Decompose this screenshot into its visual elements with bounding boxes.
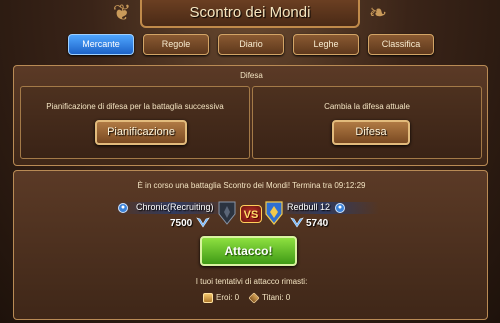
heroes-attempts: Eroi: 0	[203, 292, 239, 304]
tab-classifica[interactable]: Classifica	[368, 34, 434, 55]
heroes-attempts-text: Eroi: 0	[216, 293, 240, 302]
defense-button[interactable]: Difesa	[332, 120, 410, 145]
ornament-right-icon: ❧	[368, 0, 388, 25]
defense-title: Difesa	[240, 71, 263, 80]
titans-attempts: Titani: 0	[248, 292, 291, 304]
title-header: ❦ Scontro dei Mondi ❧	[0, 0, 500, 30]
tab-bar: Mercante Regole Diario Leghe Classifica	[68, 34, 438, 56]
ornament-left-icon: ❦	[112, 0, 132, 25]
battle-panel: È in corso una battaglia Scontro dei Mon…	[13, 170, 488, 320]
planning-text: Pianificazione di difesa per la battagli…	[46, 102, 224, 111]
versus-row: ● Chronic(Recruiting) 7500 VS Redbull 12…	[14, 198, 489, 232]
attempts-label: I tuoi tentativi di attacco rimasti:	[195, 277, 308, 286]
titans-attempts-text: Titani: 0	[262, 293, 291, 302]
left-player-score: 7500	[170, 218, 193, 229]
tab-leghe[interactable]: Leghe	[293, 34, 359, 55]
shield-icon	[218, 201, 236, 225]
planning-button[interactable]: Pianificazione	[95, 120, 187, 145]
shield-icon	[265, 201, 283, 225]
tab-mercante[interactable]: Mercante	[68, 34, 134, 55]
profile-icon[interactable]: ●	[118, 203, 128, 213]
vs-badge: VS	[240, 205, 262, 223]
defense-panel: Difesa Pianificazione di difesa per la b…	[13, 65, 488, 166]
battle-status-text: È in corso una battaglia Scontro dei Mon…	[137, 181, 366, 190]
change-defense-text: Cambia la difesa attuale	[324, 102, 410, 111]
window-title: Scontro dei Mondi	[140, 0, 360, 28]
left-player-name: Chronic(Recruiting)	[136, 202, 214, 212]
tab-diario[interactable]: Diario	[218, 34, 284, 55]
defense-planning-section: Pianificazione di difesa per la battagli…	[20, 86, 250, 159]
defense-change-section: Cambia la difesa attuale Difesa	[252, 86, 482, 159]
tab-regole[interactable]: Regole	[143, 34, 209, 55]
wings-icon	[196, 217, 210, 228]
titan-icon	[248, 292, 260, 304]
hero-icon	[203, 292, 213, 303]
wings-icon	[290, 217, 304, 228]
right-player-score: 5740	[306, 218, 329, 229]
profile-icon[interactable]: ●	[335, 203, 345, 213]
right-player-name: Redbull 12	[287, 202, 331, 212]
attack-button[interactable]: Attacco!	[200, 236, 297, 266]
